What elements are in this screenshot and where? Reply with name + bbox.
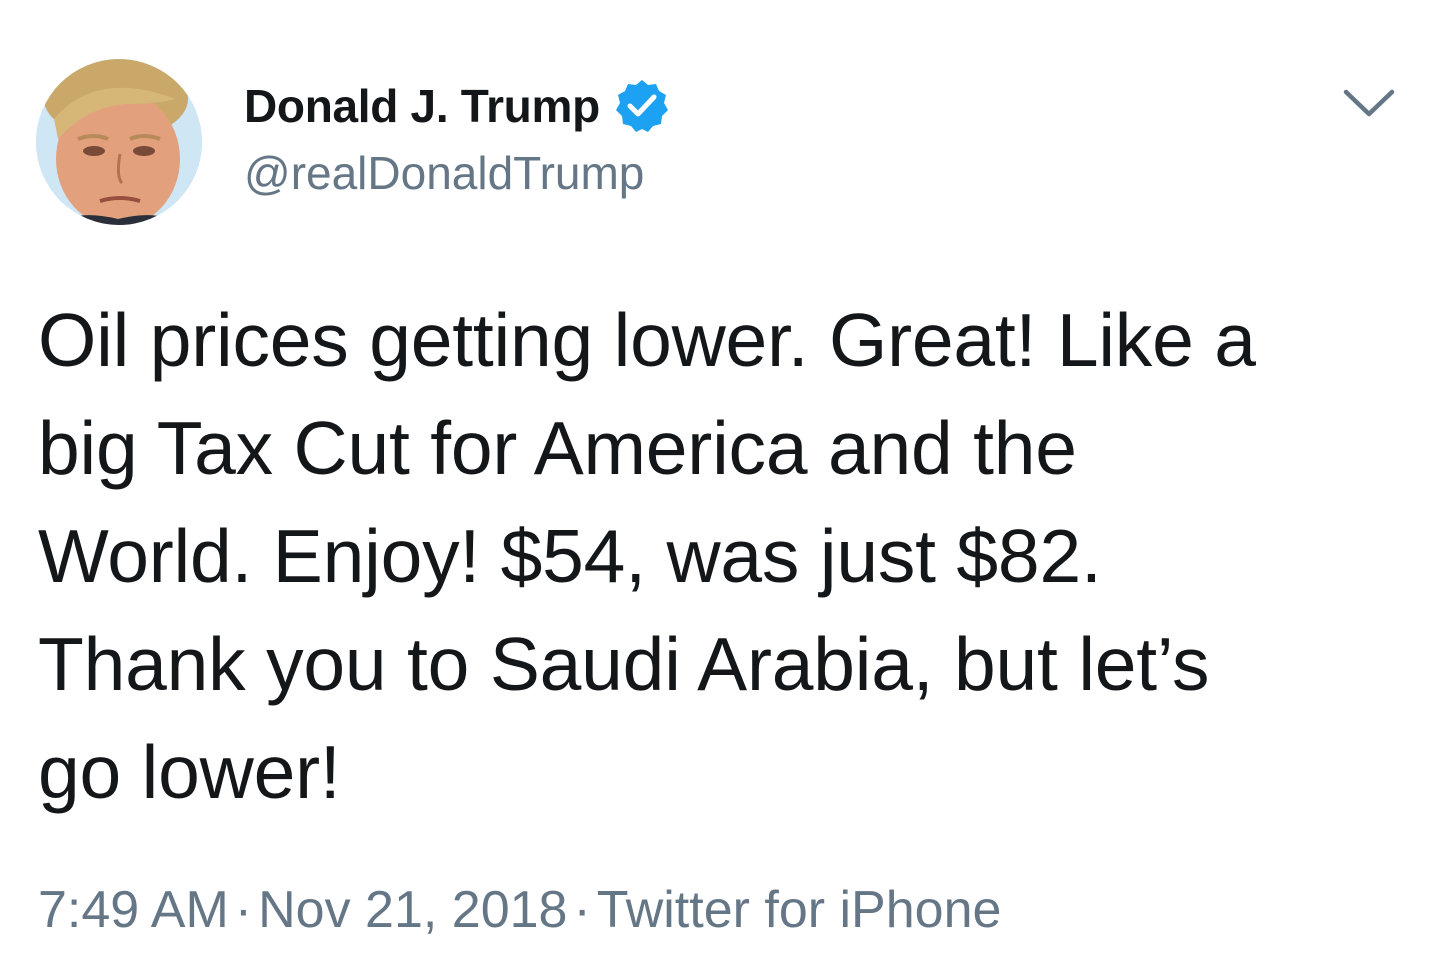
tweet-source[interactable]: Twitter for iPhone xyxy=(597,881,1002,939)
author-handle[interactable]: @realDonaldTrump xyxy=(244,146,644,200)
author-name-row: Donald J. Trump xyxy=(244,76,670,136)
tweet-text: Oil prices getting lower. Great! Like a … xyxy=(38,298,1256,814)
tweet-meta: 7:49 AM · Nov 21, 2018 · Twitter for iPhone xyxy=(38,880,1001,940)
meta-separator: · xyxy=(573,881,591,939)
verified-badge-icon xyxy=(614,78,670,134)
author-display-name[interactable]: Donald J. Trump xyxy=(244,79,600,133)
avatar-photo xyxy=(36,59,202,225)
chevron-down-icon[interactable] xyxy=(1340,82,1398,122)
tweet-card: Donald J. Trump @realDonaldTrump Oil pri… xyxy=(0,0,1433,969)
tweet-time[interactable]: 7:49 AM xyxy=(38,881,229,939)
avatar[interactable] xyxy=(36,59,202,225)
tweet-date[interactable]: Nov 21, 2018 xyxy=(258,881,567,939)
meta-separator: · xyxy=(234,881,253,939)
